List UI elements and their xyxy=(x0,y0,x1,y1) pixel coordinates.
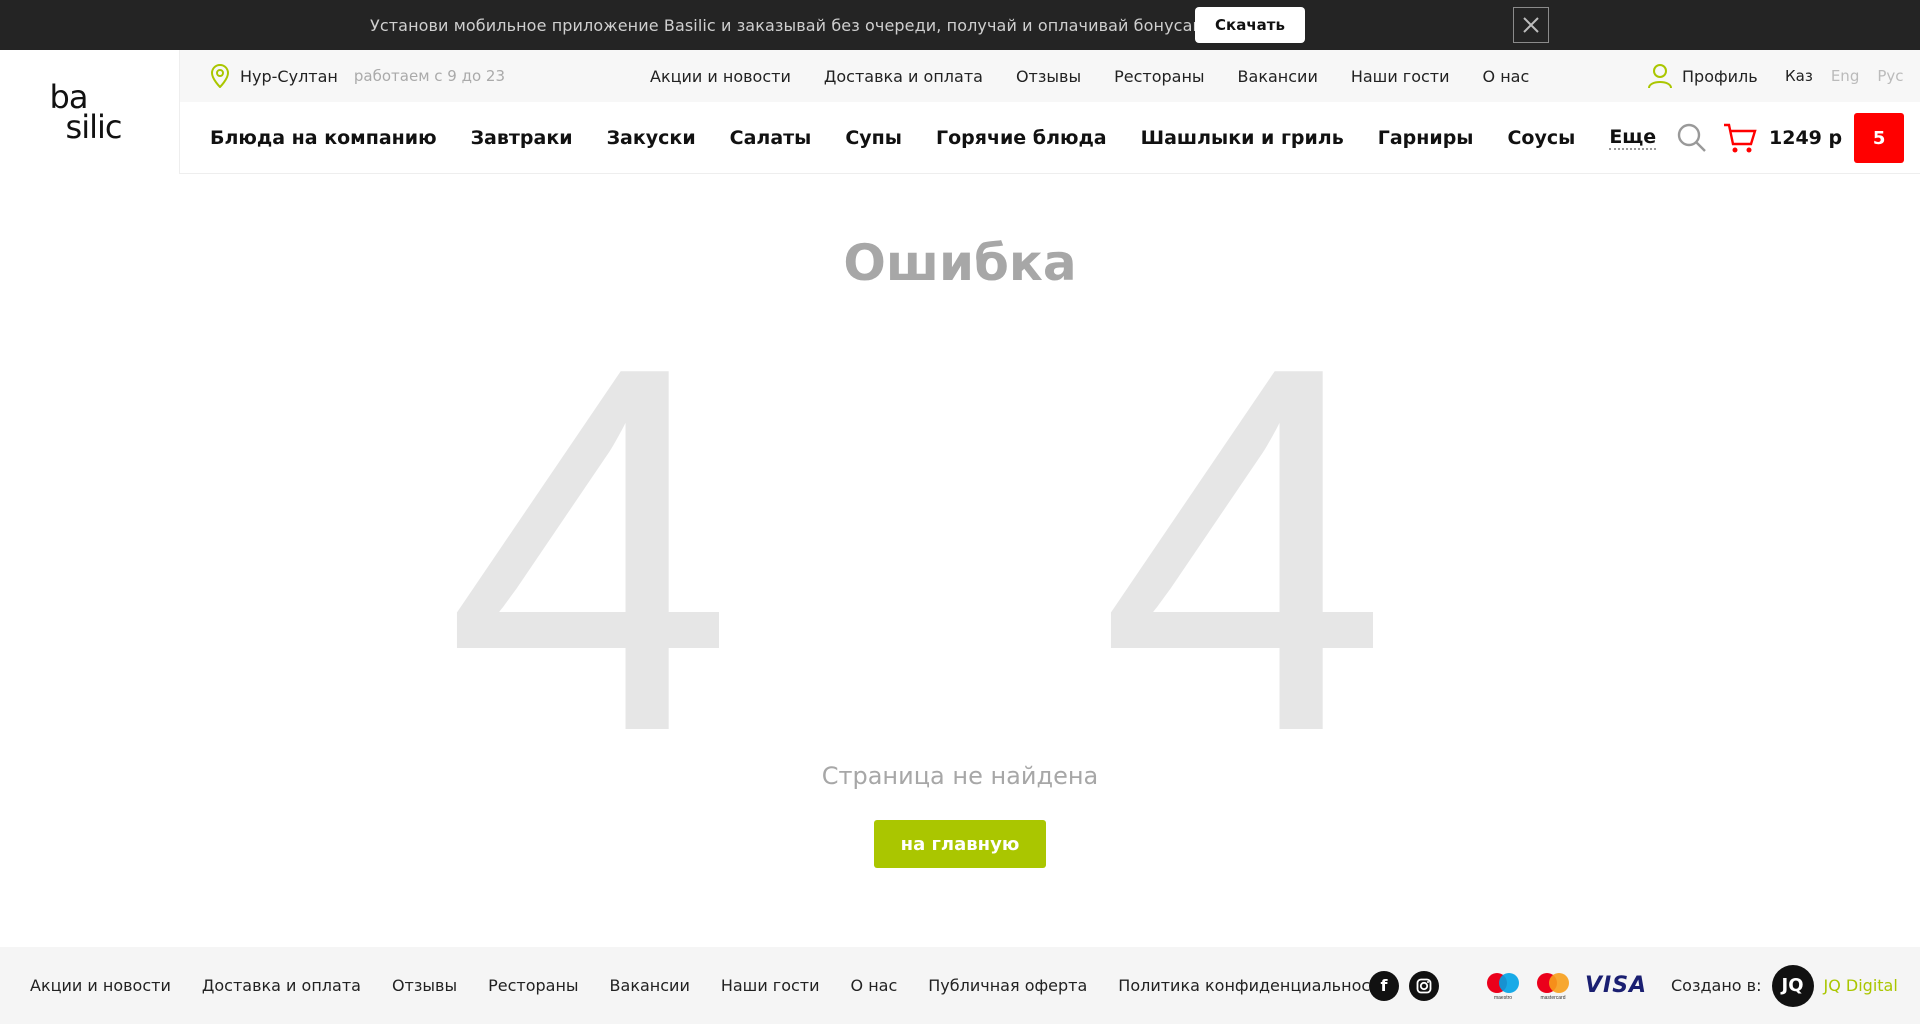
home-button[interactable]: на главную xyxy=(874,820,1046,868)
category-item[interactable]: Блюда на компанию xyxy=(210,127,437,149)
error-title: Ошибка xyxy=(843,234,1077,292)
language-switcher: Каз Eng Рус xyxy=(1785,50,1904,102)
maestro-icon: maestro xyxy=(1487,972,1519,1001)
footer-link[interactable]: Наши гости xyxy=(721,976,820,995)
user-icon xyxy=(1648,64,1672,89)
profile-label: Профиль xyxy=(1682,66,1758,86)
jq-digital-link[interactable]: JQ Digital xyxy=(1824,976,1898,995)
topnav-about[interactable]: О нас xyxy=(1483,67,1530,86)
category-item[interactable]: Салаты xyxy=(730,127,812,149)
category-item[interactable]: Шашлыки и гриль xyxy=(1141,127,1344,149)
logo-line-2: silic xyxy=(65,108,123,146)
lang-rus[interactable]: Рус xyxy=(1877,67,1903,85)
profile-link[interactable]: Профиль xyxy=(1648,50,1758,102)
lang-eng[interactable]: Eng xyxy=(1831,67,1860,85)
facebook-icon[interactable]: f xyxy=(1369,970,1399,1001)
header-actions: 1249 р 5 xyxy=(1677,102,1905,174)
category-item[interactable]: Соусы xyxy=(1507,127,1575,149)
mastercard-icon: mastercard xyxy=(1537,972,1569,1001)
topnav-restaurants[interactable]: Рестораны xyxy=(1114,67,1204,86)
category-item[interactable]: Горячие блюда xyxy=(936,127,1107,149)
svg-text:maestro: maestro xyxy=(1494,995,1512,1001)
visa-logo: VISA xyxy=(1585,973,1648,998)
app-banner: Установи мобильное приложение Basilic и … xyxy=(0,0,1920,50)
download-button[interactable]: Скачать xyxy=(1195,7,1305,43)
error-subtitle: Страница не найдена xyxy=(821,762,1099,790)
close-banner-button[interactable] xyxy=(1513,7,1549,43)
footer-link[interactable]: О нас xyxy=(851,976,898,995)
footer: Акции и новости Доставка и оплата Отзывы… xyxy=(0,947,1920,1024)
svg-text:mastercard: mastercard xyxy=(1540,995,1565,1001)
payment-methods: maestro mastercard VISA xyxy=(1485,947,1647,1024)
category-more[interactable]: Еще xyxy=(1609,126,1657,150)
cart-icon[interactable] xyxy=(1723,122,1757,154)
category-item[interactable]: Закуски xyxy=(607,127,696,149)
jq-digital-logo[interactable]: JQ xyxy=(1771,964,1814,1007)
footer-link[interactable]: Акции и новости xyxy=(30,976,171,995)
creator-credit: Создано в: JQ JQ Digital xyxy=(1671,947,1898,1024)
footer-link[interactable]: Отзывы xyxy=(392,976,457,995)
created-by-label: Создано в: xyxy=(1671,976,1762,995)
footer-link[interactable]: Доставка и оплата xyxy=(202,976,361,995)
lang-kaz[interactable]: Каз xyxy=(1785,67,1813,85)
footer-link[interactable]: Рестораны xyxy=(488,976,578,995)
footer-link[interactable]: Политика конфиденциальности xyxy=(1118,976,1390,995)
cart-count-badge[interactable]: 5 xyxy=(1854,113,1905,163)
logo[interactable]: ba silic xyxy=(0,50,180,174)
category-item[interactable]: Гарниры xyxy=(1378,127,1474,149)
city-selector[interactable]: Нур-Султан работаем с 9 до 23 xyxy=(210,50,505,102)
cart-total[interactable]: 1249 р xyxy=(1769,127,1842,149)
banner-text: Установи мобильное приложение Basilic и … xyxy=(370,15,1222,35)
category-item[interactable]: Завтраки xyxy=(471,127,573,149)
top-nav: Акции и новости Доставка и оплата Отзывы… xyxy=(650,50,1529,102)
footer-nav: Акции и новости Доставка и оплата Отзывы… xyxy=(30,947,1390,1024)
category-item[interactable]: Супы xyxy=(845,127,902,149)
sub-header: Нур-Султан работаем с 9 до 23 Акции и но… xyxy=(180,50,1920,102)
location-pin-icon xyxy=(210,64,230,88)
category-nav: Блюда на компанию Завтраки Закуски Салат… xyxy=(210,102,1657,174)
footer-link[interactable]: Публичная оферта xyxy=(928,976,1087,995)
error-digit-right: 4 xyxy=(1099,259,1389,840)
topnav-promo[interactable]: Акции и новости xyxy=(650,67,791,86)
search-icon[interactable] xyxy=(1677,123,1707,153)
social-links: f xyxy=(1369,947,1439,1024)
topnav-delivery[interactable]: Доставка и оплата xyxy=(824,67,983,86)
city-name: Нур-Султан xyxy=(240,66,338,86)
close-icon xyxy=(1523,17,1539,33)
instagram-icon[interactable] xyxy=(1409,970,1439,1001)
main-nav: Блюда на компанию Завтраки Закуски Салат… xyxy=(180,102,1920,174)
topnav-vacancies[interactable]: Вакансии xyxy=(1238,67,1318,86)
footer-link[interactable]: Вакансии xyxy=(610,976,690,995)
topnav-reviews[interactable]: Отзывы xyxy=(1016,67,1081,86)
error-digit-left: 4 xyxy=(445,259,735,840)
topnav-guests[interactable]: Наши гости xyxy=(1351,67,1450,86)
working-hours: работаем с 9 до 23 xyxy=(353,67,506,85)
